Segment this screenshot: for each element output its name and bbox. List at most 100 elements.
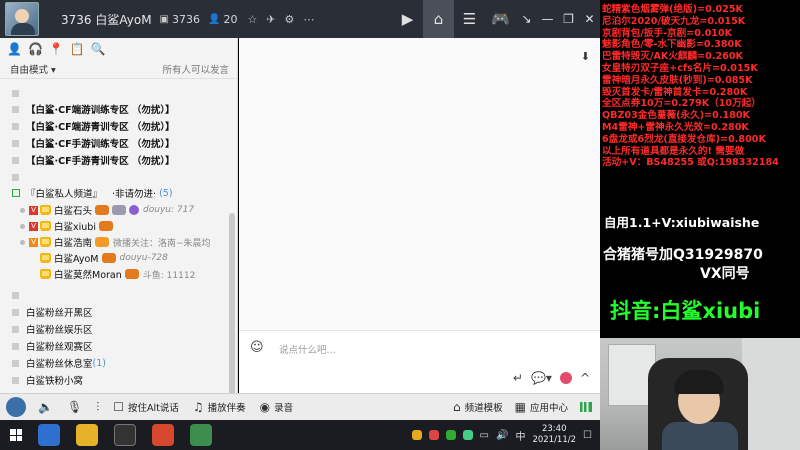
active-channel-icon (12, 189, 20, 197)
browser-app-icon[interactable] (38, 424, 60, 446)
group-row[interactable]: 白鲨粉丝开黑区 (12, 304, 93, 320)
send-icon[interactable]: ↵ (513, 371, 523, 385)
notification-icon[interactable]: ☐ (583, 430, 592, 441)
gamepad-icon[interactable]: 🎮 (485, 0, 516, 38)
record-icon: ◉ (259, 400, 271, 414)
ime-indicator[interactable]: 中 (515, 428, 525, 443)
user-row[interactable]: 白鲨AyoM douyu-728 (40, 250, 168, 266)
user-row[interactable]: 白鲨莫然Moran 斗鱼: 11112 (40, 266, 195, 282)
medal-icon (101, 253, 116, 263)
private-channel[interactable]: 『白鲨私人频道』 ·非请勿进· (5) (12, 185, 173, 201)
expand-icon (12, 325, 19, 333)
channel-row[interactable]: 【白鲨·CF手游青训专区 （勿扰）】 (12, 152, 175, 168)
mode-bar: 自由模式 ▾ 所有人可以发言 (0, 59, 237, 79)
home-icon[interactable]: ⌂ (423, 0, 454, 38)
mic-icon[interactable]: 🎧 (28, 42, 43, 56)
cam-wall (742, 338, 800, 450)
titlebar: 3736 白鲨AyoM ▣ 3736 👤 20 ☆ ✈ ⚙ ⋯ ▶ ⌂ ☰ 🎮 ↘ … (0, 0, 600, 38)
game-app-icon[interactable] (152, 424, 174, 446)
settings-icon[interactable]: ⚙ (285, 13, 295, 26)
record-button[interactable]: ◉ 录音 (260, 400, 294, 414)
list-icon[interactable]: ☰ (454, 0, 485, 38)
mic-button[interactable]: 🎙 (67, 400, 82, 414)
chat-area: ⬇ (239, 38, 600, 330)
qq-contact: 合猪猪号加Q31929870 (603, 247, 763, 263)
crown-icon (40, 253, 51, 263)
vip-badge-icon: V (29, 237, 38, 247)
share-icon[interactable]: ✈ (266, 13, 275, 26)
cam-hair (674, 370, 724, 394)
tray-app-icon[interactable] (428, 430, 439, 440)
more-icon[interactable]: ⋯ (303, 13, 314, 26)
user-icon[interactable]: 👤 (7, 42, 22, 56)
mode-select[interactable]: 自由模式 ▾ (10, 62, 56, 76)
music-button[interactable]: ♫ 播放伴奏 (193, 400, 246, 414)
collapse-icon (12, 173, 19, 181)
group-row[interactable]: 白鲨粉丝观赛区 (12, 338, 93, 354)
channel-toolbar: 👤 🎧 📍 📋 🔍 (0, 38, 237, 59)
expand-icon (12, 122, 19, 130)
group-row[interactable]: 白鲨粉丝娱乐区 (12, 321, 93, 337)
video-icon[interactable]: ▶ (392, 0, 423, 38)
chat-bubble-icon[interactable]: 💬▾ (531, 371, 552, 385)
microphone-icon: 🎙 (66, 400, 83, 414)
chat-input[interactable]: 说点什么吧... (279, 342, 336, 356)
crown-icon (40, 221, 51, 231)
user-row[interactable]: V 白鲨石头 douyu: 717 (20, 202, 194, 218)
price-line: 女皇特刃双子座+cfs名片=0.015K (602, 62, 758, 74)
channel-panel: 👤 🎧 📍 📋 🔍 自由模式 ▾ 所有人可以发言 【白鲨·CF端游训练专区 （勿… (0, 38, 238, 428)
flower-icon[interactable] (559, 372, 572, 384)
search-icon[interactable]: 🔍 (91, 42, 106, 56)
restore-icon[interactable]: ❐ (558, 0, 579, 38)
price-line: QBZ03金色蔷薇(永久)=0.180K (602, 110, 750, 122)
app-center-button[interactable]: ▦ 应用中心 (515, 400, 568, 414)
price-line: M4雷神+雷神永久光效=0.280K (602, 121, 749, 133)
collapse-mid[interactable] (12, 169, 26, 185)
person-icon: 👤 (208, 13, 221, 25)
taskbar-clock[interactable]: 23:40 2021/11/2 (532, 424, 576, 446)
chat-input-area: ☺ 说点什么吧... ↵ 💬▾ ^ (239, 330, 600, 393)
group-row[interactable]: 白鲨铁粉小窝 (12, 372, 83, 388)
douyin-handle: 抖音:白鲨xiubi (610, 299, 761, 323)
bottom-right: ⌂ 频道模板 ▦ 应用中心 (453, 400, 592, 414)
price-line: 全区点券10万=0.279K（10万起） (602, 98, 761, 110)
expand-icon (12, 308, 19, 316)
channel-row[interactable]: 【白鲨·CF手游训练专区 （勿扰）】 (12, 135, 175, 151)
ptt-toggle[interactable]: ☐ 按住Alt说话 (113, 400, 179, 414)
volume-icon[interactable]: 🔊 (496, 430, 508, 441)
minimize-icon[interactable]: — (537, 0, 558, 38)
channel-row[interactable]: 【白鲨·CF端游青训专区 （勿扰）】 (12, 118, 175, 134)
close-icon[interactable]: ✕ (579, 0, 600, 38)
obs-app-icon[interactable] (114, 424, 136, 446)
user-row[interactable]: V 白鲨浩南 微播关注：洛南~朱晨均 (20, 234, 211, 250)
location-icon[interactable]: 📍 (49, 42, 64, 56)
scroll-down-icon[interactable]: ⬇ (581, 50, 590, 63)
price-line: 蛇精紫色烟雾弹(绝版)=0.025K (602, 4, 743, 15)
collapse-bottom[interactable] (12, 287, 26, 303)
yy-app-icon[interactable] (76, 424, 98, 446)
shield-icon (112, 205, 127, 215)
windows-start-icon[interactable] (10, 429, 22, 441)
group-row[interactable]: 白鲨粉丝休息室 (1) (12, 355, 106, 371)
room-avatar[interactable] (5, 2, 39, 36)
document-icon[interactable]: 📋 (70, 42, 85, 56)
tray-app-icon[interactable] (462, 430, 473, 440)
self-avatar[interactable] (6, 397, 26, 417)
emoji-icon[interactable]: ☺ (250, 340, 264, 355)
expand-up-icon[interactable]: ^ (580, 371, 590, 385)
tray-app-icon[interactable] (411, 430, 422, 440)
tray-app-icon[interactable] (445, 430, 456, 440)
signal-icon (580, 402, 592, 412)
collapse-top[interactable] (12, 85, 26, 101)
collapse-icon[interactable]: ↘ (516, 0, 537, 38)
favorite-icon[interactable]: ☆ (247, 13, 257, 26)
media-app-icon[interactable] (190, 424, 212, 446)
cam-body (662, 422, 738, 450)
template-button[interactable]: ⌂ 频道模板 (453, 400, 503, 414)
mixer-button[interactable]: ⫶ (96, 400, 99, 415)
network-icon[interactable]: ▭ (480, 430, 489, 441)
user-row[interactable]: V 白鲨xiubi (20, 218, 113, 234)
channel-row[interactable]: 【白鲨·CF端游训练专区 （勿扰）】 (12, 101, 175, 117)
speaker-button[interactable]: 🔈 (38, 400, 53, 414)
bottom-toolbar: 🔈 🎙 ⫶ ☐ 按住Alt说话 ♫ 播放伴奏 ◉ 录音 ⌂ 频道模板 ▦ 应用中心 (0, 393, 600, 420)
